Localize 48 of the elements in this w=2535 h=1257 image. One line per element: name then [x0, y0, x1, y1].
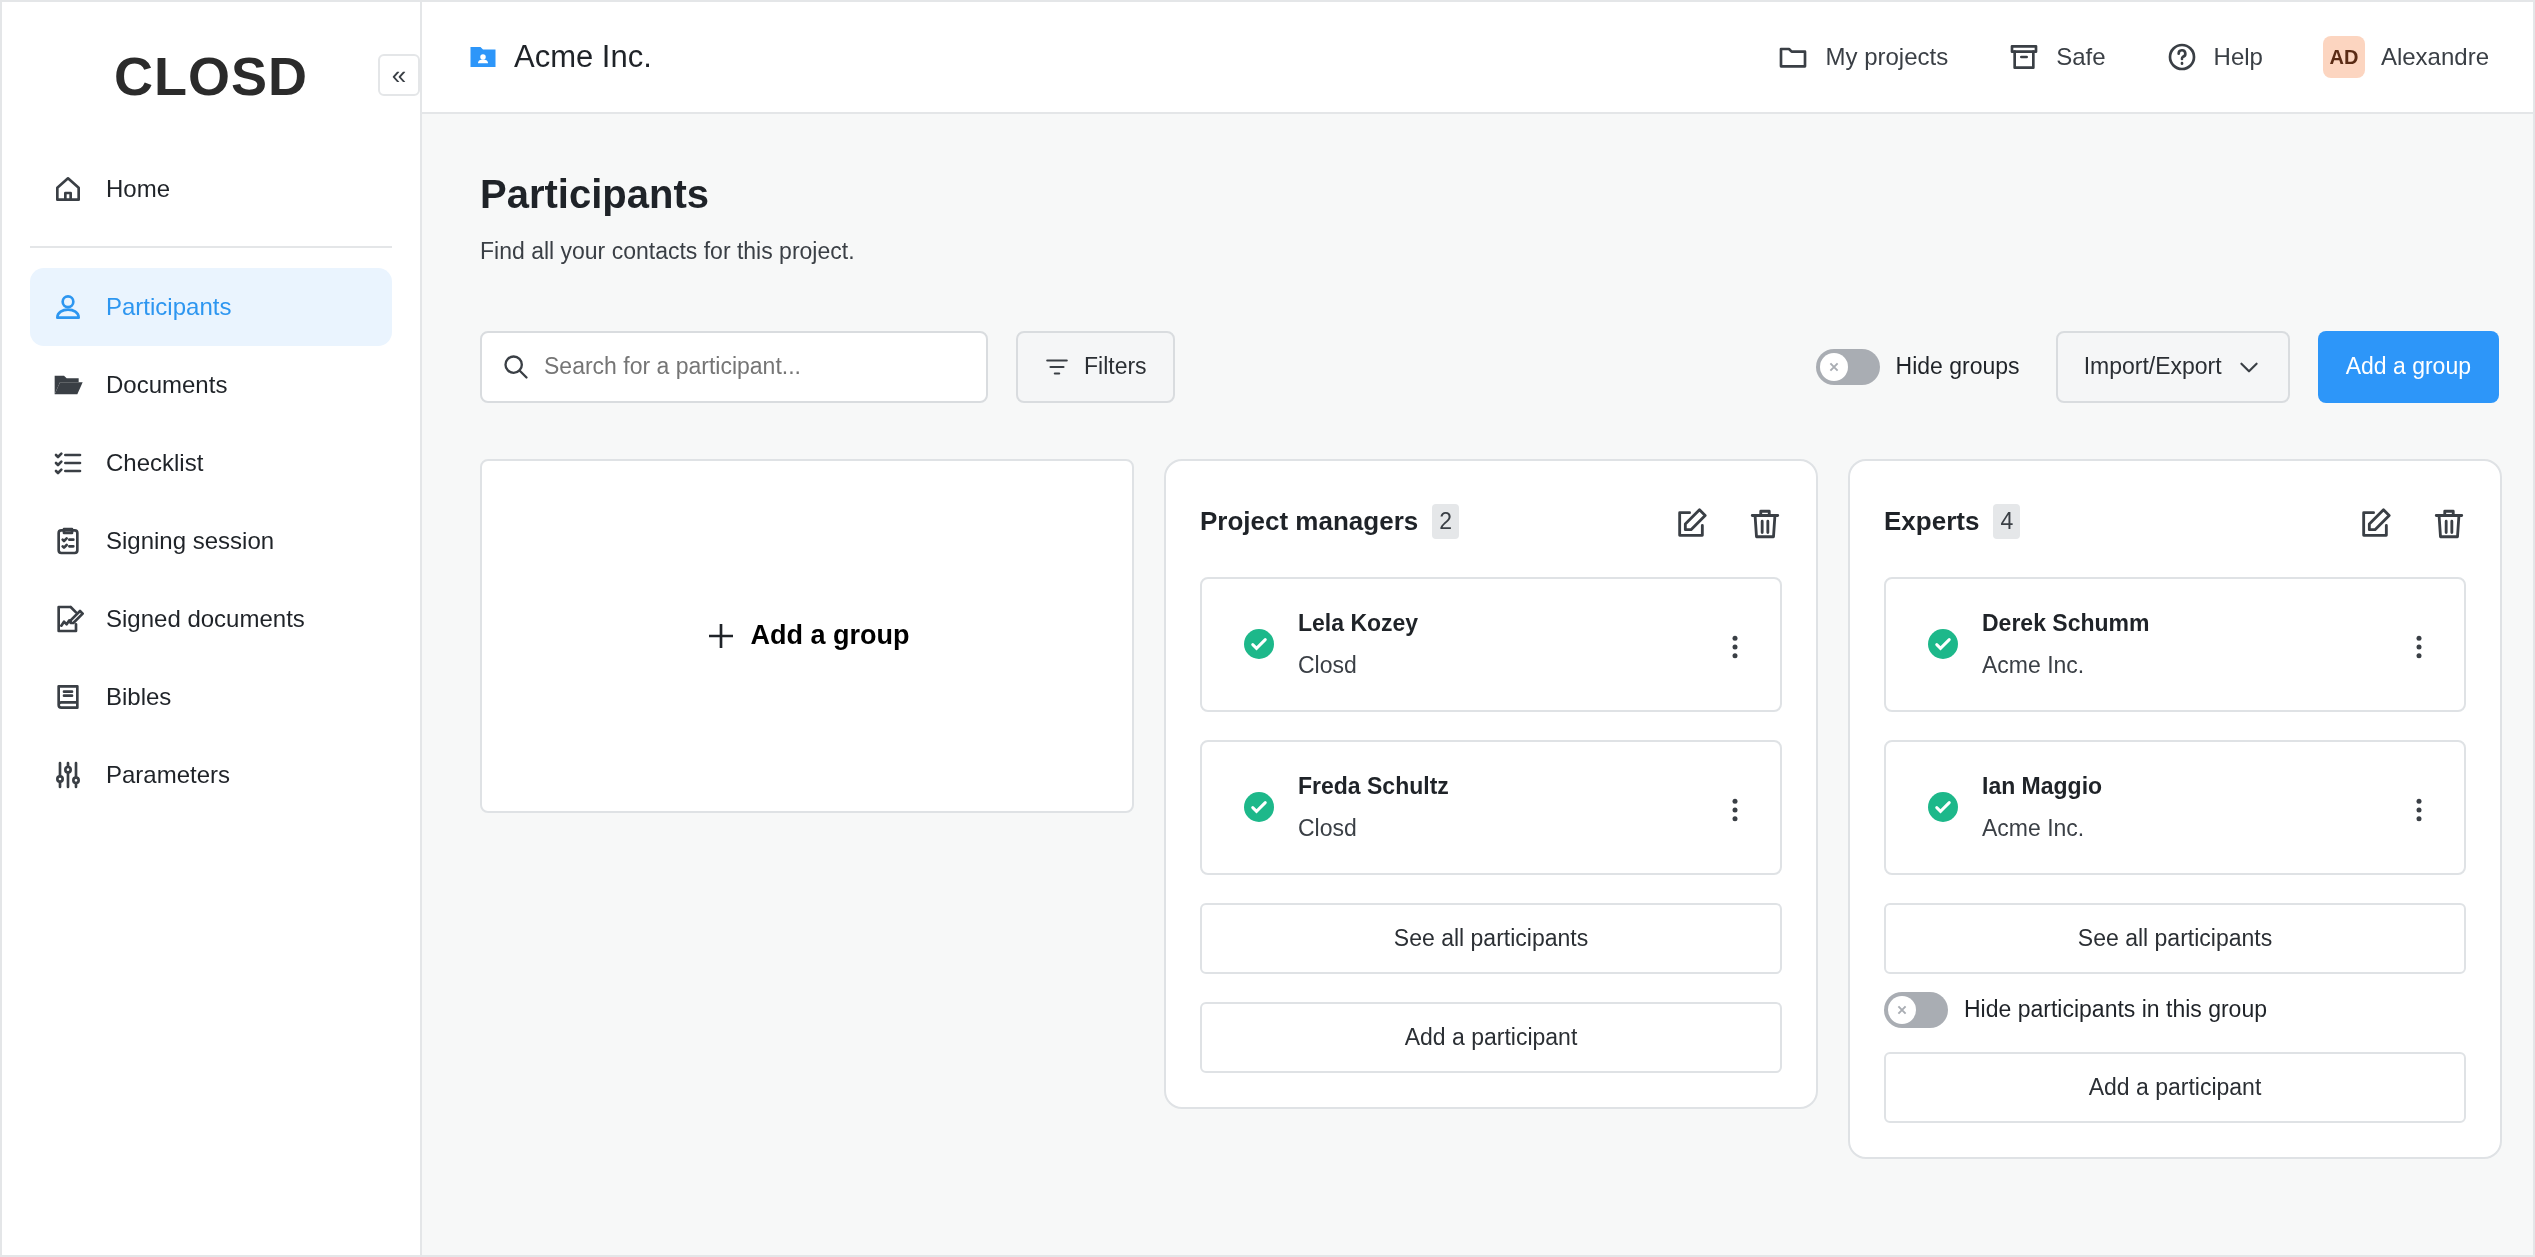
add-participant-button[interactable]: Add a participant [1200, 1001, 1782, 1073]
participant-company: Closd [1298, 814, 1358, 843]
participant-name: Freda Schultz [1298, 771, 1450, 801]
sidebar-item[interactable]: Home [30, 150, 392, 228]
participant-card[interactable]: Ian Maggio Acme Inc. [1884, 739, 2466, 875]
group-name: Project managers [1200, 505, 1419, 538]
page-subtitle: Find all your contacts for this project. [480, 237, 856, 266]
see-all-button[interactable]: See all participants [1884, 902, 2466, 974]
toggle-label: Hide groups [1895, 352, 2020, 382]
sidebar-item[interactable]: Signing session [30, 502, 392, 580]
participant-company: Closd [1298, 651, 1358, 680]
sidebar-item[interactable]: Documents [30, 346, 392, 424]
participant-company: Acme Inc. [1982, 814, 2086, 843]
sidebar-item[interactable]: Checklist [30, 424, 392, 502]
page-title: Participants [480, 171, 710, 218]
participant-card[interactable]: Derek Schumm Acme Inc. [1884, 576, 2466, 712]
project-name: Acme Inc. [514, 37, 652, 76]
group-name: Experts [1884, 505, 1980, 538]
filters-button[interactable]: Filters [1016, 330, 1175, 403]
sidebar-item[interactable]: Bibles [30, 658, 392, 736]
toggle-label: Hide participants in this group [1964, 995, 2267, 1025]
count-badge: 4 [1993, 504, 2021, 539]
header-link[interactable]: Safe [2008, 39, 2106, 75]
header-link[interactable]: Help [2165, 39, 2263, 75]
cross-icon [1827, 360, 1840, 373]
participant-name: Derek Schumm [1982, 608, 2151, 638]
add-participant-button[interactable]: Add a participant [1884, 1051, 2466, 1123]
search-field[interactable]: Search for a participant... [480, 330, 988, 403]
header-link[interactable]: My projects [1777, 39, 1949, 75]
participant-company: Acme Inc. [1982, 651, 2086, 680]
search-icon [502, 352, 530, 381]
user-menu[interactable]: AD Alexandre [2322, 36, 2489, 78]
avatar: AD [2322, 36, 2365, 78]
add-group-card[interactable]: Add a group [480, 458, 1134, 813]
participant-card[interactable]: Lela Kozey Closd [1200, 576, 1782, 712]
collapse-button[interactable]: « [378, 54, 420, 96]
participant-name: Ian Maggio [1982, 771, 2104, 801]
sidebar-item[interactable]: Signed documents [30, 580, 392, 658]
cross-icon [1896, 1003, 1908, 1016]
import-export-dropdown[interactable]: Import/Export [2055, 330, 2290, 403]
participant-name: Lela Kozey [1298, 608, 1420, 638]
sidebar-item[interactable]: Parameters [30, 736, 392, 814]
logo: CLOSD [114, 49, 308, 103]
hide-groups-toggle[interactable] [1815, 348, 1880, 385]
count-badge: 2 [1432, 504, 1459, 539]
hide-participants-toggle[interactable] [1884, 991, 1948, 1028]
see-all-button[interactable]: See all participants [1200, 902, 1782, 974]
participant-card[interactable]: Freda Schultz Closd [1200, 739, 1782, 875]
